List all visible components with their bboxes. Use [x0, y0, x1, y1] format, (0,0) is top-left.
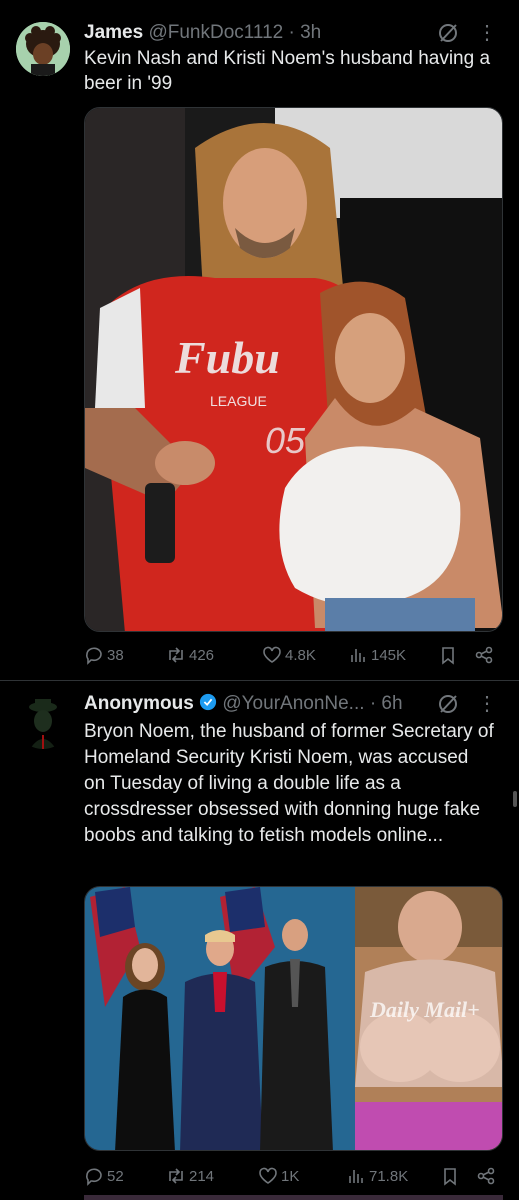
- photo-kevin-nash: Fubu LEAGUE 05: [85, 108, 502, 631]
- avatar-james[interactable]: [16, 22, 70, 76]
- view-count: 145K: [371, 646, 407, 664]
- watermark-text: Daily Mail+: [369, 997, 480, 1022]
- tweet-time[interactable]: · 6h: [370, 693, 403, 714]
- grok-icon[interactable]: [437, 22, 459, 44]
- author-name[interactable]: Anonymous: [84, 693, 194, 714]
- share-button[interactable]: [474, 645, 494, 665]
- repost-button[interactable]: 426: [166, 645, 262, 665]
- shirt-number: 05: [265, 420, 306, 461]
- tweet-header: Anonymous @YourAnonNe... · 6h: [84, 693, 403, 715]
- heart-icon: [259, 1167, 277, 1184]
- tweet-header: James @FunkDoc1112 · 3h: [84, 22, 321, 44]
- avatar-anonymous[interactable]: [16, 695, 70, 749]
- bookmark-icon: [442, 647, 454, 665]
- repost-button[interactable]: 214: [166, 1166, 258, 1186]
- reply-count: 52: [107, 1167, 124, 1185]
- repost-count: 214: [189, 1167, 215, 1185]
- repost-icon: [169, 647, 183, 663]
- views-icon: [351, 649, 365, 662]
- grok-icon[interactable]: [437, 693, 459, 715]
- share-button[interactable]: [476, 1166, 496, 1186]
- author-handle[interactable]: @FunkDoc1112: [148, 22, 283, 43]
- views-icon: [349, 1170, 363, 1183]
- tweet-text: Bryon Noem, the husband of former Secret…: [84, 721, 494, 846]
- bookmark-button[interactable]: [440, 1166, 476, 1186]
- more-options-icon[interactable]: ⋮: [477, 691, 497, 716]
- avatar-image: [16, 22, 70, 76]
- like-count: 4.8K: [285, 646, 316, 664]
- shirt-sub: LEAGUE: [210, 393, 267, 409]
- bookmark-button[interactable]: [438, 645, 474, 665]
- share-icon: [477, 1167, 495, 1185]
- author-name[interactable]: James: [84, 22, 143, 43]
- tweet-time[interactable]: · 3h: [289, 22, 322, 43]
- anonymous-mask-icon: [16, 695, 70, 749]
- share-icon: [475, 646, 493, 664]
- repost-icon: [169, 1168, 183, 1184]
- reply-icon: [86, 1168, 102, 1186]
- tweet-2[interactable]: Anonymous @YourAnonNe... · 6h ⋮ Bryon No…: [0, 681, 519, 1200]
- shirt-logo: Fubu: [174, 332, 280, 383]
- tweet-image[interactable]: Fubu LEAGUE 05: [84, 107, 503, 632]
- photo-collage: Daily Mail+: [85, 887, 502, 1150]
- scrollbar-thumb[interactable]: [513, 791, 517, 807]
- like-button[interactable]: 4.8K: [262, 645, 348, 665]
- verified-badge-icon: [199, 693, 217, 711]
- views-button[interactable]: 71.8K: [346, 1166, 440, 1186]
- like-count: 1K: [281, 1167, 300, 1185]
- reply-button[interactable]: 52: [84, 1166, 166, 1186]
- reply-button[interactable]: 38: [84, 645, 166, 665]
- repost-count: 426: [189, 646, 215, 664]
- reply-icon: [86, 647, 102, 665]
- tweet-1[interactable]: James @FunkDoc1112 · 3h ⋮ Kevin Nash and…: [0, 0, 519, 680]
- reply-count: 38: [107, 646, 124, 664]
- bookmark-icon: [444, 1168, 456, 1186]
- heart-icon: [263, 646, 281, 663]
- more-options-icon[interactable]: ⋮: [477, 20, 497, 45]
- next-tweet-media-edge: [84, 1195, 503, 1200]
- tweet-image[interactable]: Daily Mail+: [84, 886, 503, 1151]
- action-bar: 52 214 1K 71.8K: [84, 1163, 503, 1189]
- action-bar: 38 426 4.8K 145K: [84, 642, 503, 668]
- view-count: 71.8K: [369, 1167, 409, 1185]
- views-button[interactable]: 145K: [348, 645, 438, 665]
- like-button[interactable]: 1K: [258, 1166, 346, 1186]
- tweet-text: Kevin Nash and Kristi Noem's husband hav…: [84, 48, 491, 94]
- author-handle[interactable]: @YourAnonNe...: [222, 693, 364, 714]
